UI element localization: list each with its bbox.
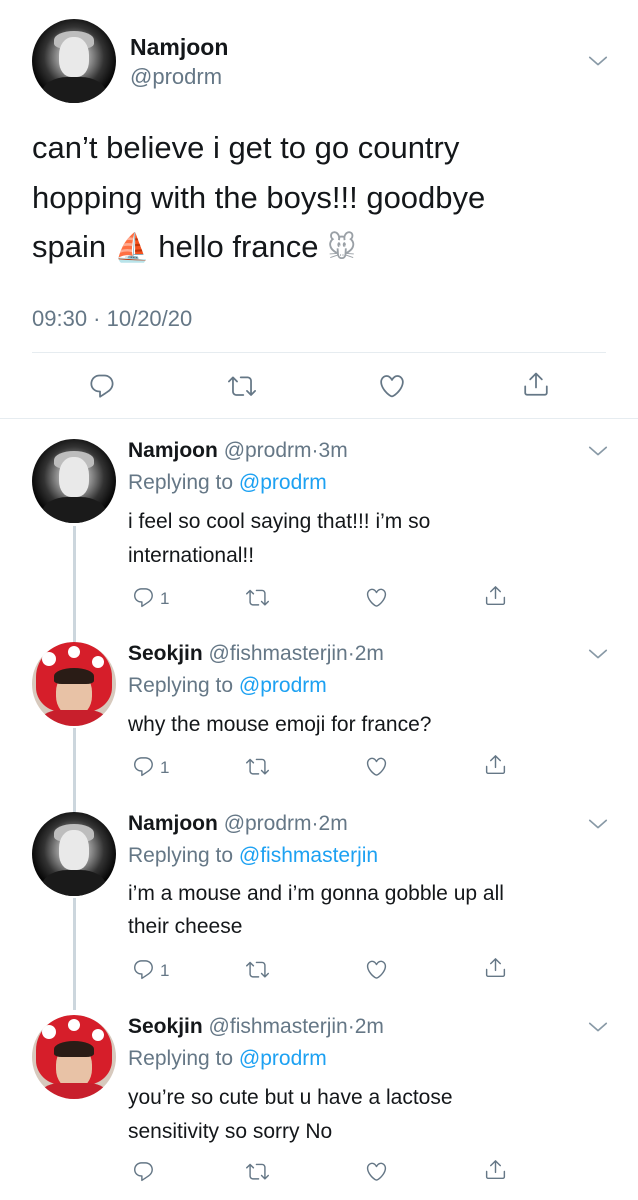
tweet-text-line-1: can’t believe i get to go country [32,130,460,165]
replying-to-link[interactable]: @prodrm [239,471,327,494]
relative-time: 2m [318,812,348,835]
reply-count: 1 [160,758,170,777]
replying-to-link[interactable]: @fishmasterjin [239,844,378,867]
main-tweet: Namjoon @prodrm can’t believe i get to g… [0,0,638,420]
tweet-text-line-3: spain ⛵ hello france 🐭 [32,229,356,265]
author-handle[interactable]: @fishmasterjin [209,1015,348,1038]
avatar[interactable] [32,642,116,726]
author-name[interactable]: Namjoon [128,812,218,835]
reply-icon[interactable] [132,586,155,609]
chevron-down-icon[interactable] [587,440,609,462]
reply-count: 1 [160,589,170,608]
reply-text-line-2: their cheese [128,915,243,938]
like-icon[interactable] [365,1160,388,1183]
reply-icon[interactable] [132,958,155,981]
avatar[interactable] [32,439,116,523]
thread-line [73,898,76,1010]
dot-separator: · [347,642,355,665]
author-handle[interactable]: @prodrm [130,64,222,90]
reply-icon[interactable] [132,755,155,778]
retweet-icon[interactable] [246,958,269,981]
reply-text-line-2: sensitivity so sorry No [128,1120,333,1143]
chevron-down-icon[interactable] [587,50,609,72]
tweet-text-france: hello france [158,229,319,264]
divider [0,418,638,419]
thread-line [73,526,76,646]
reply-header: Seokjin @fishmasterjin·2m [128,1015,384,1039]
reply-count: 1 [160,961,170,980]
author-name[interactable]: Seokjin [128,642,203,665]
like-icon[interactable] [365,755,388,778]
author-name[interactable]: Seokjin [128,1015,203,1038]
reply-text-line-1: you’re so cute but u have a lactose [128,1086,453,1109]
reply-icon[interactable] [132,1160,155,1183]
replying-to: Replying to @prodrm [128,471,327,494]
reply-text-line-1: i feel so cool saying that!!! i’m so [128,510,431,533]
retweet-icon[interactable] [246,586,269,609]
chevron-down-icon[interactable] [587,643,609,665]
chevron-down-icon[interactable] [587,813,609,835]
share-icon[interactable] [484,1158,507,1181]
replying-to-link[interactable]: @prodrm [239,674,327,697]
like-icon[interactable] [378,372,406,400]
timestamp: 09:30 · 10/20/20 [32,306,193,331]
reply-header: Seokjin @fishmasterjin·2m [128,642,384,666]
dot-separator: · [311,439,319,462]
tweet-text-spain: spain [32,229,107,264]
relative-time: 2m [354,1015,384,1038]
replying-to: Replying to @fishmasterjin [128,844,379,867]
avatar[interactable] [32,812,116,896]
share-icon[interactable] [484,584,507,607]
author-handle[interactable]: @prodrm [224,812,312,835]
like-icon[interactable] [365,586,388,609]
avatar[interactable] [32,19,116,103]
share-icon[interactable] [484,956,507,979]
author-handle[interactable]: @fishmasterjin [209,642,348,665]
replying-to: Replying to @prodrm [128,1047,327,1070]
author-handle[interactable]: @prodrm [224,439,312,462]
relative-time: 3m [318,439,348,462]
reply-text-line-1: i’m a mouse and i’m gonna gobble up all [128,882,504,905]
share-icon[interactable] [522,370,550,398]
retweet-icon[interactable] [246,1160,269,1183]
avatar[interactable] [32,1015,116,1099]
replying-to-link[interactable]: @prodrm [239,1047,327,1070]
retweet-icon[interactable] [246,755,269,778]
reply-text-line-2: international!! [128,544,255,567]
replying-to: Replying to @prodrm [128,674,327,697]
dot-separator: · [347,1015,355,1038]
tweet-text-line-2: hopping with the boys!!! goodbye [32,180,486,215]
reply-header: Namjoon @prodrm·2m [128,812,348,836]
reply-icon[interactable] [88,372,116,400]
share-icon[interactable] [484,753,507,776]
relative-time: 2m [354,642,384,665]
divider [32,352,606,353]
reply-text-line-1: why the mouse emoji for france? [128,713,432,736]
author-name[interactable]: Namjoon [128,439,218,462]
thread-line [73,728,76,818]
chevron-down-icon[interactable] [587,1016,609,1038]
retweet-icon[interactable] [228,372,256,400]
reply-header: Namjoon @prodrm·3m [128,439,348,463]
sailboat-emoji: ⛵ [114,232,150,263]
like-icon[interactable] [365,958,388,981]
author-name[interactable]: Namjoon [130,34,228,61]
mouse-emoji: 🐭 [327,232,357,263]
dot-separator: · [311,812,319,835]
